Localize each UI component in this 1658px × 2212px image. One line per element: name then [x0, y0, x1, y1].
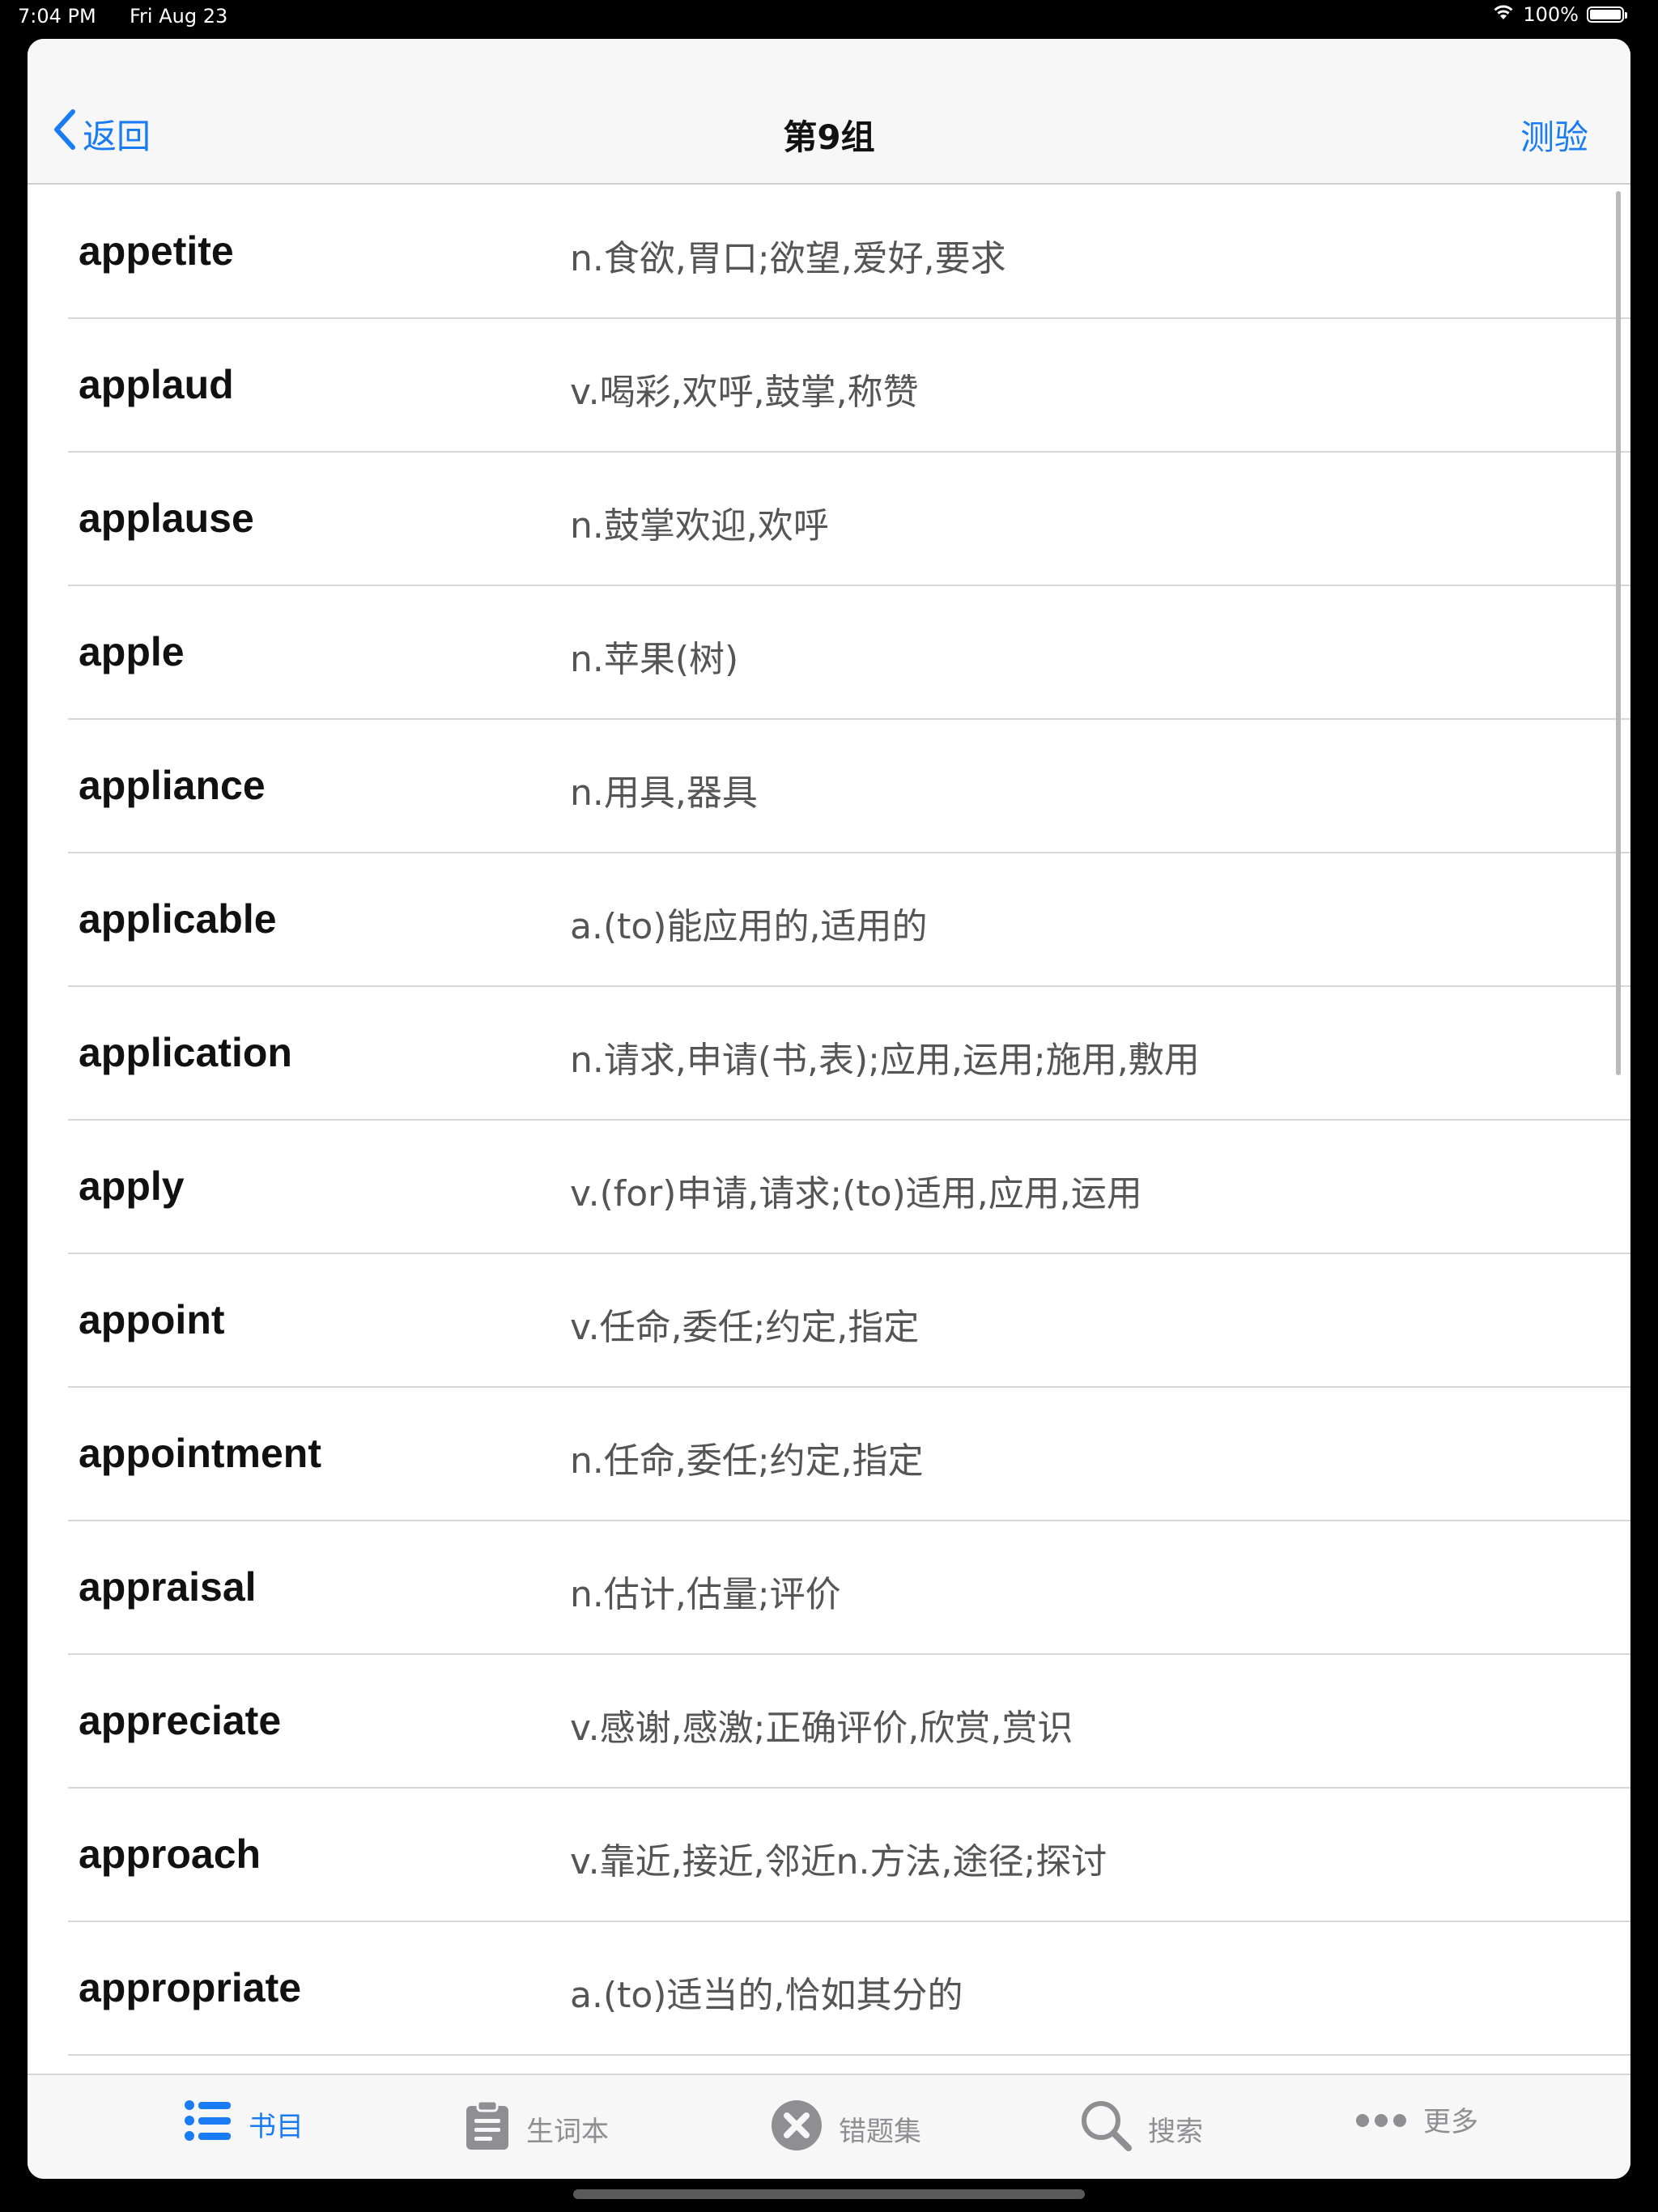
word-row[interactable]: appetite n.食欲,胃口;欲望,爱好,要求 [28, 185, 1630, 319]
word-row[interactable]: appoint v.任命,委任;约定,指定 [28, 1254, 1630, 1388]
word-text: apple [79, 629, 185, 674]
tab-bar: 书目 生词本 错题集 搜索 更多 [28, 2074, 1630, 2179]
main-sheet: 返回 第9组 测验 appetite n.食欲,胃口;欲望,爱好,要求 appl… [28, 39, 1630, 2179]
word-text: appliance [79, 763, 266, 808]
status-time: 7:04 PM [18, 5, 96, 28]
status-right: 100% [1492, 3, 1627, 26]
word-meaning: v.(for)申请,请求;(to)适用,应用,运用 [570, 1173, 1142, 1214]
word-row[interactable]: apple n.苹果(树) [28, 586, 1630, 720]
tab-mistakes[interactable]: 错题集 [771, 2099, 921, 2159]
tab-vocabulary-label: 生词本 [526, 2116, 609, 2148]
word-row[interactable]: applaud v.喝彩,欢呼,鼓掌,称赞 [28, 319, 1630, 453]
list-icon [184, 2099, 232, 2149]
word-text: appropriate [79, 1965, 302, 2010]
word-row[interactable]: appropriate a.(to)适当的,恰如其分的 [28, 1922, 1630, 2056]
word-row[interactable]: approach v.靠近,接近,邻近n.方法,途径;探讨 [28, 1789, 1630, 1922]
tab-more-label: 更多 [1423, 2106, 1478, 2138]
tab-books-label: 书目 [249, 2111, 304, 2143]
word-row[interactable]: applicable a.(to)能应用的,适用的 [28, 853, 1630, 987]
wifi-icon [1492, 3, 1515, 26]
word-meaning: v.感谢,感激;正确评价,欣赏,赏识 [570, 1708, 1073, 1749]
word-text: applaud [79, 362, 234, 407]
word-row[interactable]: appointment n.任命,委任;约定,指定 [28, 1388, 1630, 1521]
word-meaning: n.估计,估量;评价 [570, 1574, 841, 1615]
status-bar: 7:04 PM Fri Aug 23 100% [0, 0, 1658, 37]
word-text: apply [79, 1163, 185, 1209]
home-indicator[interactable] [573, 2189, 1085, 2199]
word-text: appoint [79, 1297, 225, 1342]
word-meaning: n.任命,委任;约定,指定 [570, 1440, 924, 1482]
word-text: applause [79, 496, 254, 541]
word-meaning: v.靠近,接近,邻近n.方法,途径;探讨 [570, 1841, 1107, 1882]
battery-percent: 100% [1523, 3, 1579, 26]
word-list: appetite n.食欲,胃口;欲望,爱好,要求 applaud v.喝彩,欢… [28, 185, 1630, 2056]
word-text: application [79, 1030, 292, 1075]
word-meaning: n.食欲,胃口;欲望,爱好,要求 [570, 238, 1006, 279]
battery-icon [1587, 6, 1627, 23]
status-date: Fri Aug 23 [130, 5, 228, 28]
word-meaning: v.任命,委任;约定,指定 [570, 1307, 920, 1348]
word-meaning: v.喝彩,欢呼,鼓掌,称赞 [570, 372, 919, 413]
word-meaning: n.用具,器具 [570, 772, 758, 814]
word-row[interactable]: applause n.鼓掌欢迎,欢呼 [28, 453, 1630, 586]
word-text: appreciate [79, 1698, 282, 1743]
tab-mistakes-label: 错题集 [839, 2116, 921, 2148]
word-row[interactable]: appreciate v.感谢,感激;正确评价,欣赏,赏识 [28, 1655, 1630, 1789]
word-text: applicable [79, 896, 277, 942]
word-row[interactable]: application n.请求,申请(书,表);应用,运用;施用,敷用 [28, 987, 1630, 1121]
word-meaning: n.苹果(树) [570, 639, 739, 680]
word-meaning: a.(to)适当的,恰如其分的 [570, 1975, 963, 2016]
more-icon [1355, 2104, 1407, 2136]
tab-search[interactable]: 搜索 [1080, 2099, 1203, 2159]
tab-books[interactable]: 书目 [184, 2099, 304, 2149]
tab-more[interactable]: 更多 [1355, 2099, 1478, 2139]
word-text: appetite [79, 228, 234, 274]
tab-vocabulary[interactable]: 生词本 [465, 2099, 609, 2159]
word-text: appointment [79, 1431, 321, 1476]
word-meaning: n.鼓掌欢迎,欢呼 [570, 505, 829, 547]
search-icon [1080, 2099, 1132, 2159]
page-title: 第9组 [783, 117, 875, 157]
word-row[interactable]: appliance n.用具,器具 [28, 720, 1630, 853]
scroll-indicator[interactable] [1616, 191, 1621, 1075]
navigation-bar: 返回 第9组 测验 [28, 39, 1630, 185]
word-meaning: n.请求,申请(书,表);应用,运用;施用,敷用 [570, 1040, 1200, 1081]
word-text: approach [79, 1831, 261, 1877]
word-row[interactable]: appraisal n.估计,估量;评价 [28, 1521, 1630, 1655]
quiz-button[interactable]: 测验 [1520, 110, 1588, 160]
clipboard-icon [465, 2099, 510, 2159]
tab-search-label: 搜索 [1148, 2116, 1203, 2148]
word-meaning: a.(to)能应用的,适用的 [570, 906, 928, 947]
word-row[interactable]: apply v.(for)申请,请求;(to)适用,应用,运用 [28, 1121, 1630, 1254]
x-circle-icon [771, 2099, 823, 2159]
word-text: appraisal [79, 1564, 257, 1610]
